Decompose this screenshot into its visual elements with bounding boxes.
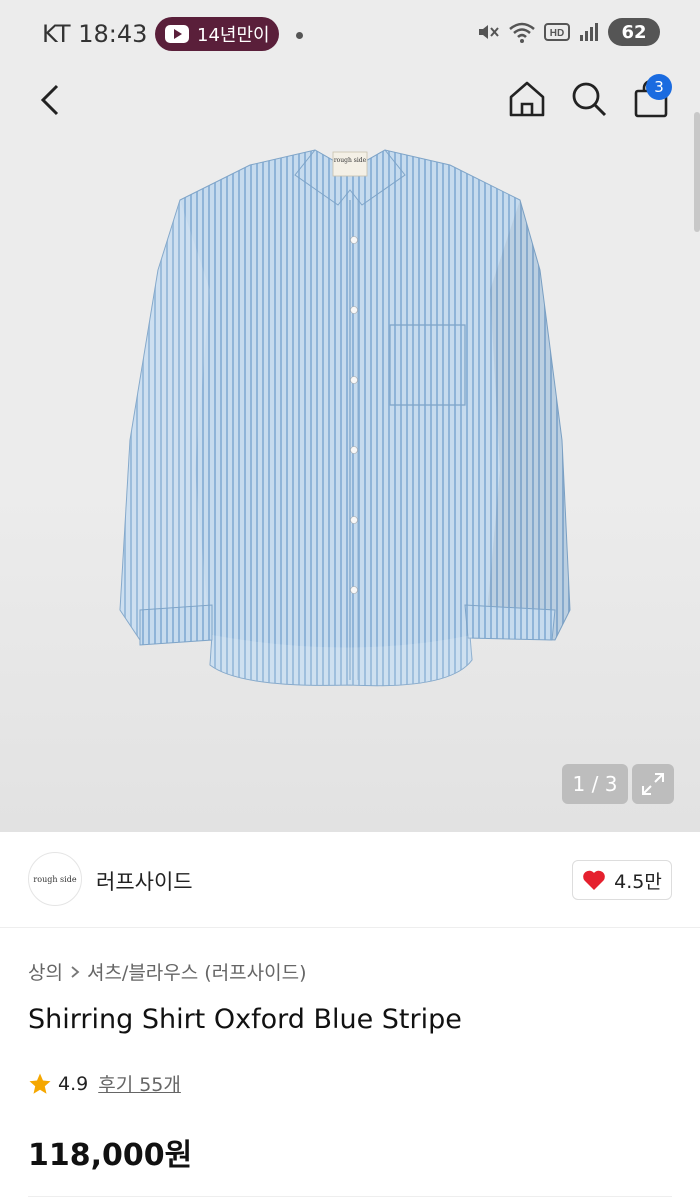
brand-name[interactable]: 러프사이드 xyxy=(96,866,193,896)
shirt-label-text: rough side xyxy=(334,157,367,164)
status-carrier-time: KT 18:43 xyxy=(42,20,147,48)
breadcrumb-item[interactable]: 셔츠/블라우스 (러프사이드) xyxy=(87,958,307,985)
heart-icon xyxy=(583,870,605,890)
mute-vibrate-icon xyxy=(479,25,499,39)
chevron-left-icon xyxy=(40,84,59,116)
notification-text: 14년만이 xyxy=(197,25,270,46)
image-counter: 1 / 3 xyxy=(562,764,628,804)
star-icon xyxy=(29,1073,51,1094)
product-photo: rough side xyxy=(100,140,600,720)
notification-dot xyxy=(296,32,303,39)
like-button[interactable]: 4.5만 xyxy=(572,860,672,900)
like-count: 4.5만 xyxy=(614,870,662,893)
search-button[interactable] xyxy=(568,78,610,120)
product-price: 118,000원 xyxy=(28,1138,193,1173)
cart-count-badge: 3 xyxy=(646,74,672,100)
chevron-right-icon xyxy=(71,965,80,978)
expand-icon xyxy=(642,773,664,795)
reviews-link[interactable]: 후기 55개 xyxy=(98,1070,181,1097)
product-image-gallery[interactable]: 3 rough side 1 / 3 xyxy=(0,70,700,832)
rating-row: 4.9 후기 55개 xyxy=(28,1070,181,1097)
brand-row[interactable]: rough side 러프사이드 4.5만 xyxy=(0,832,700,928)
breadcrumb-item[interactable]: 상의 xyxy=(28,958,63,985)
hd-icon: HD xyxy=(544,23,570,41)
youtube-icon xyxy=(165,25,189,43)
home-icon xyxy=(509,81,545,117)
search-icon xyxy=(572,82,607,117)
expand-image-button[interactable] xyxy=(632,764,674,804)
signal-icon xyxy=(580,23,598,41)
shirt-illustration: rough side xyxy=(119,149,571,687)
back-button[interactable] xyxy=(30,80,70,120)
product-title: Shirring Shirt Oxford Blue Stripe xyxy=(28,1004,462,1035)
breadcrumb: 상의 셔츠/블라우스 (러프사이드) xyxy=(28,958,307,985)
rating-value: 4.9 xyxy=(58,1072,89,1095)
home-button[interactable] xyxy=(506,78,548,120)
youtube-notification-pill[interactable]: 14년만이 xyxy=(155,17,279,51)
carrier-name: KT xyxy=(42,20,71,48)
battery-indicator: 62 xyxy=(608,18,660,46)
brand-logo[interactable]: rough side xyxy=(28,852,82,906)
wifi-icon xyxy=(509,22,535,43)
svg-text:HD: HD xyxy=(550,28,564,39)
divider xyxy=(28,1196,672,1197)
status-icons: HD 62 xyxy=(476,18,660,46)
scrollbar[interactable] xyxy=(694,112,700,232)
status-bar: KT 18:43 14년만이 HD 62 xyxy=(0,0,700,70)
clock: 18:43 xyxy=(78,20,148,48)
